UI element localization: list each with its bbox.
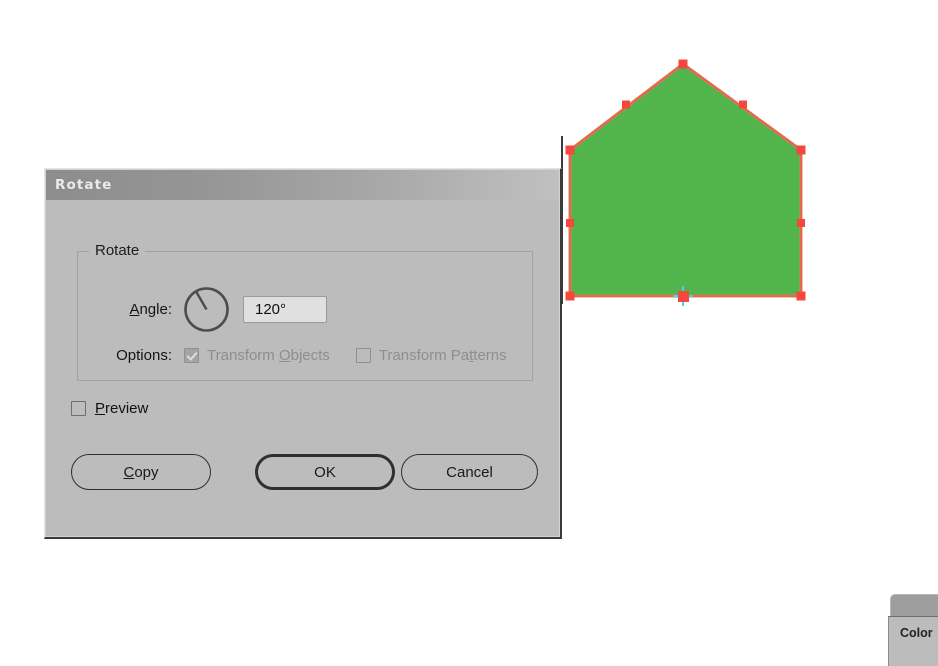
anchor-point[interactable] xyxy=(796,145,806,155)
options-row: Options: Transform Objects Transform Pat… xyxy=(78,341,532,369)
transform-objects-checkbox xyxy=(184,347,199,363)
dialog-title-bar[interactable]: Rotate xyxy=(45,169,560,200)
angle-label: Angle: xyxy=(129,300,172,318)
dialog-title: Rotate xyxy=(55,176,113,193)
anchor-point[interactable] xyxy=(565,145,575,155)
rotate-group-box: Rotate Angle: 120° Options: Transform Ob… xyxy=(77,242,533,381)
color-panel-body[interactable] xyxy=(888,616,938,666)
cancel-button-label: Cancel xyxy=(446,463,493,481)
angle-input[interactable]: 120° xyxy=(243,295,327,323)
angle-row: Angle: 120° xyxy=(78,284,532,334)
anchor-point[interactable] xyxy=(739,100,747,109)
ok-button[interactable]: OK xyxy=(255,454,395,490)
copy-button-label: Copy xyxy=(123,463,159,481)
pentagon-house-shape[interactable] xyxy=(560,50,820,312)
rotate-dialog[interactable]: Rotate Rotate Angle: 120° Options: Trans… xyxy=(44,168,562,539)
color-panel-tab[interactable] xyxy=(890,594,938,618)
preview-checkbox[interactable] xyxy=(71,401,86,416)
anchor-point[interactable] xyxy=(566,219,574,227)
options-label: Options: xyxy=(116,346,172,364)
transform-objects-option: Transform Objects xyxy=(184,347,330,364)
color-panel-title: Color xyxy=(900,626,933,640)
transform-patterns-option: Transform Patterns xyxy=(355,346,507,364)
rotate-group-legend: Rotate xyxy=(89,242,146,259)
anchor-point[interactable] xyxy=(565,291,575,301)
angle-value: 120° xyxy=(255,300,287,318)
anchor-point[interactable] xyxy=(797,219,805,227)
preview-label: Preview xyxy=(95,400,149,417)
transform-objects-label: Transform Objects xyxy=(207,346,330,364)
anchor-point[interactable] xyxy=(678,59,688,69)
anchor-point[interactable] xyxy=(796,291,806,301)
color-panel[interactable]: Color xyxy=(888,594,938,666)
shape-body[interactable] xyxy=(568,62,803,298)
anchor-point-center[interactable] xyxy=(678,291,689,302)
ok-button-label: OK xyxy=(314,463,336,481)
transform-patterns-label: Transform Patterns xyxy=(378,346,507,364)
cancel-button[interactable]: Cancel xyxy=(401,454,538,490)
dialog-button-row: Copy OK Cancel xyxy=(45,454,560,494)
anchor-point[interactable] xyxy=(622,100,630,109)
transform-patterns-checkbox xyxy=(355,347,371,363)
angle-dial-icon[interactable] xyxy=(182,285,231,334)
preview-row[interactable]: Preview xyxy=(71,400,148,417)
copy-button[interactable]: Copy xyxy=(71,454,211,490)
